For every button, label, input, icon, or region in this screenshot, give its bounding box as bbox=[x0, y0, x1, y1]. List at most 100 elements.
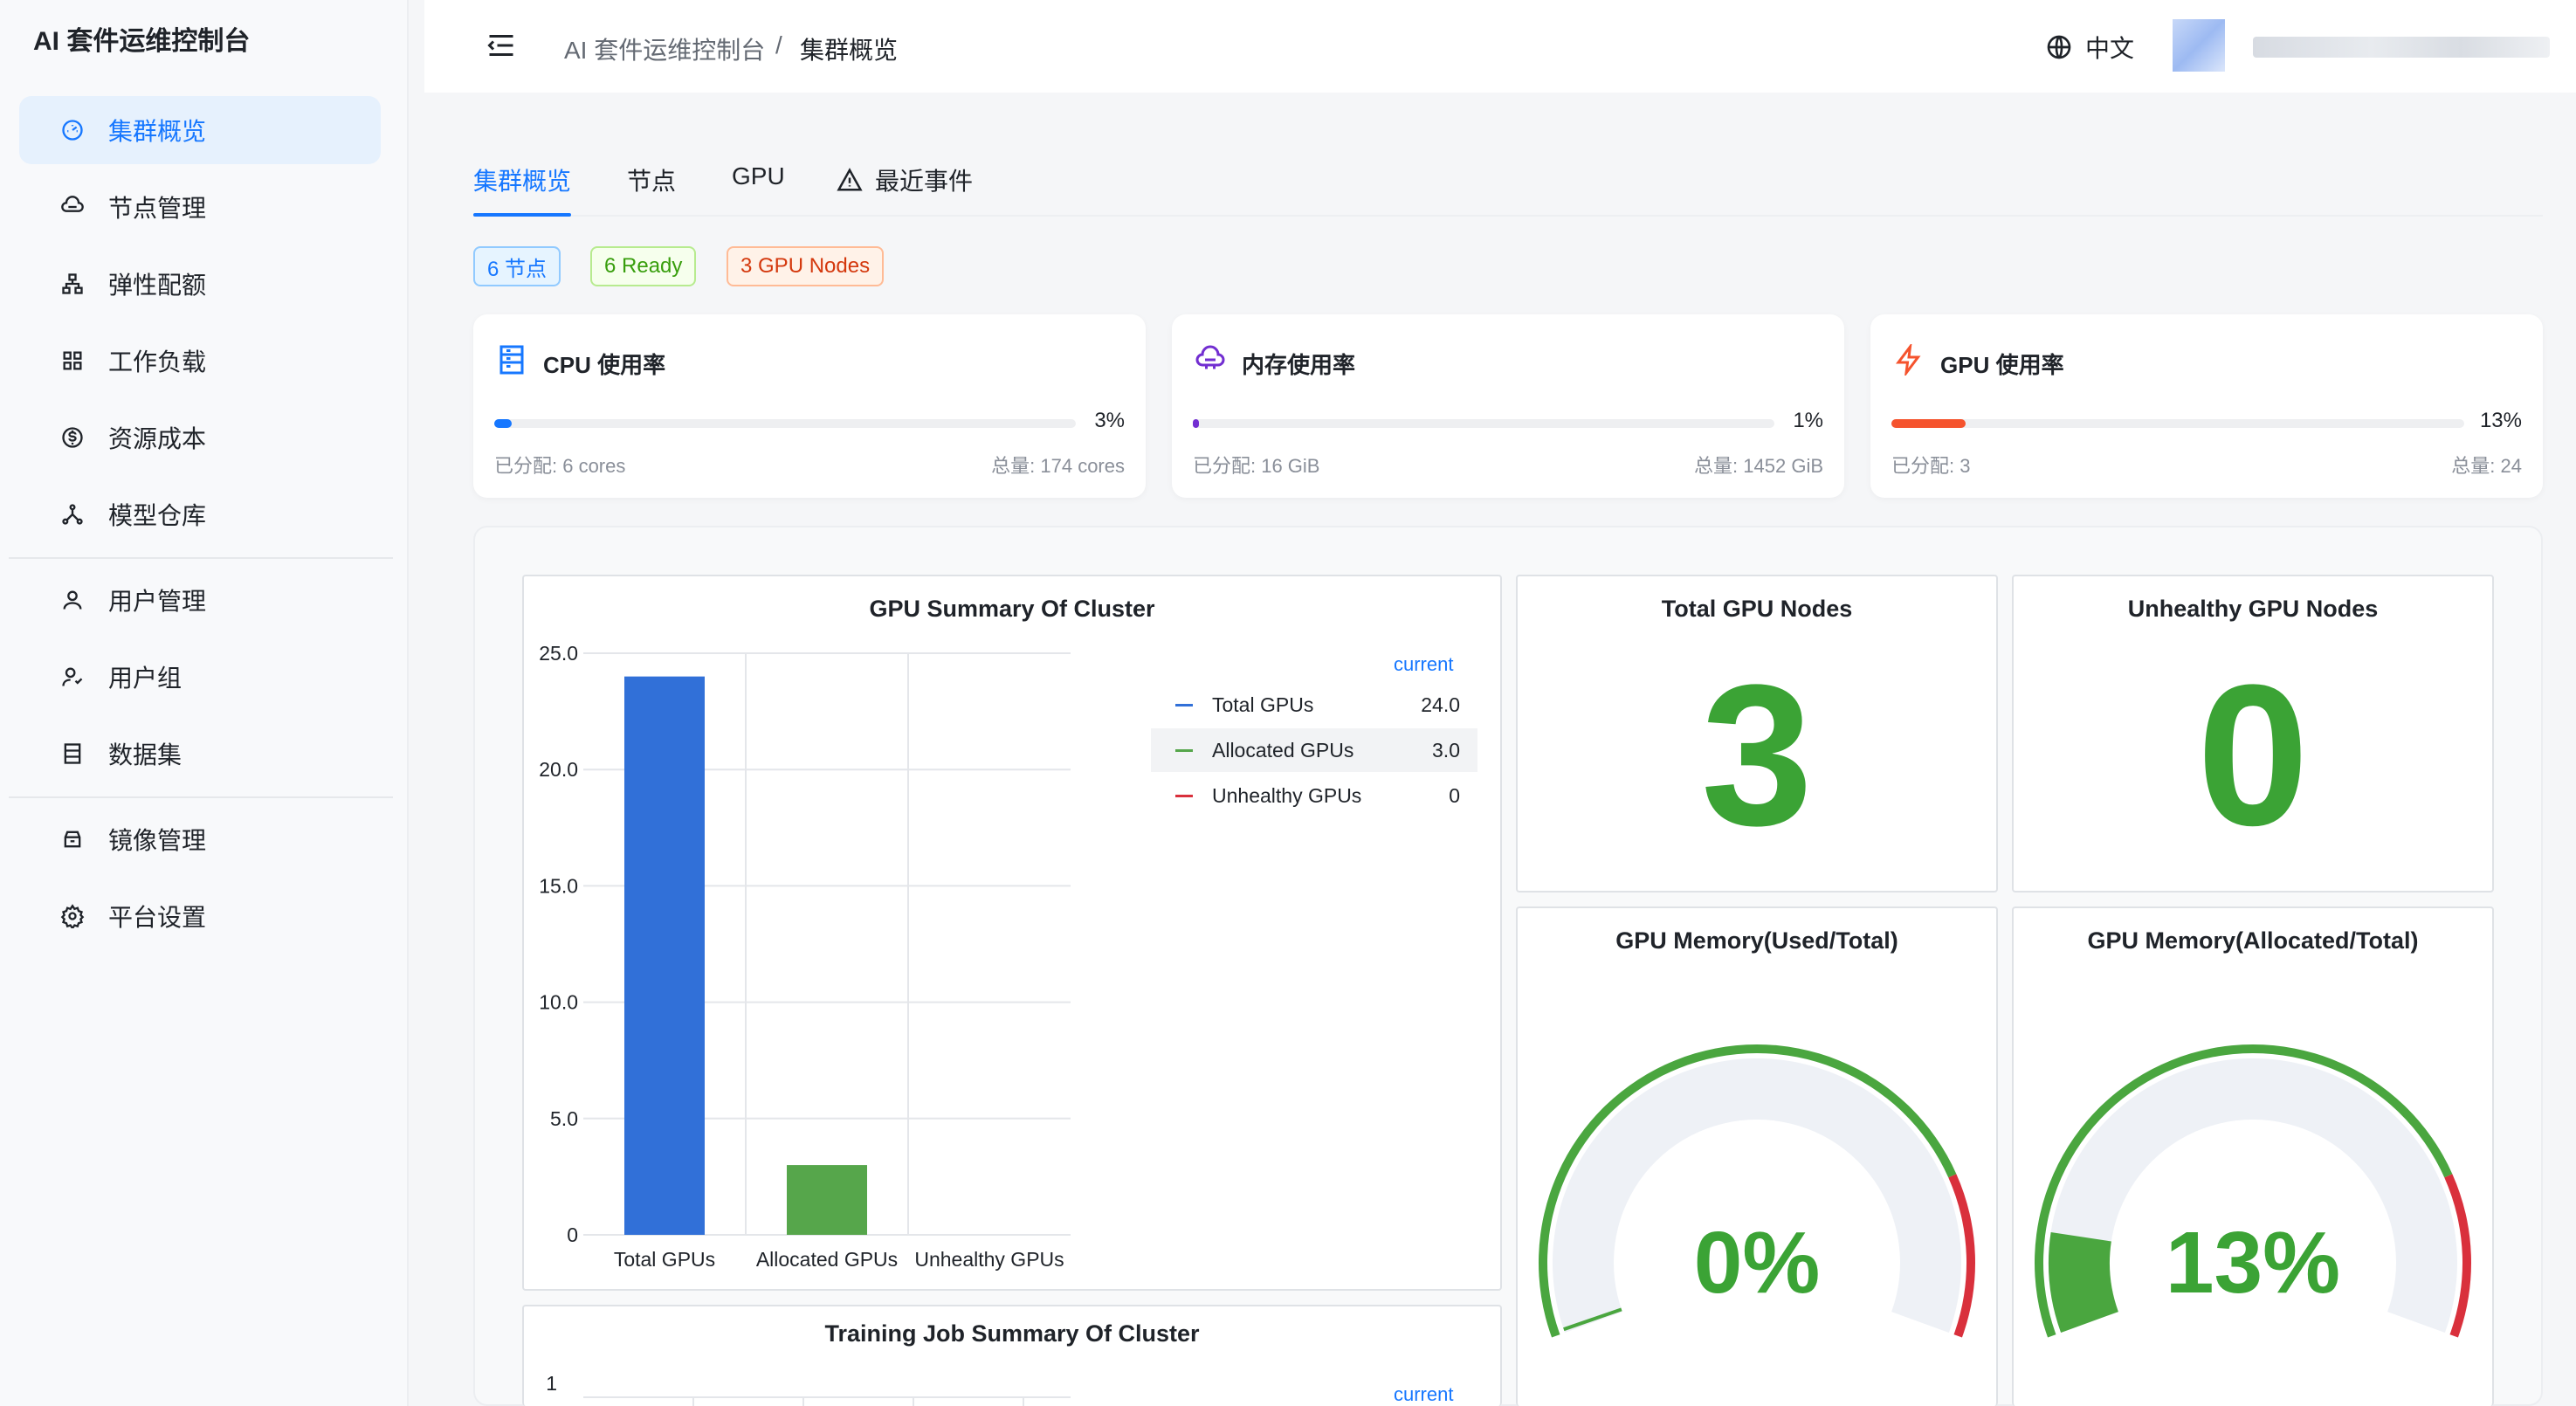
sidebar-item-image-management[interactable]: 镜像管理 bbox=[19, 805, 381, 873]
usage-percent: 1% bbox=[1793, 409, 1823, 432]
sidebar-item-model-repo[interactable]: 模型仓库 bbox=[19, 480, 381, 548]
y-tick-label: 5.0 bbox=[550, 1107, 578, 1130]
card-title: CPU 使用率 bbox=[543, 352, 666, 378]
sidebar-item-label: 工作负载 bbox=[108, 348, 207, 376]
panel-title: Unhealthy GPU Nodes bbox=[2127, 596, 2379, 622]
total-gpu-nodes-panel: Total GPU Nodes 3 bbox=[1516, 575, 1998, 893]
user-group-icon bbox=[59, 664, 86, 690]
unhealthy-gpu-nodes-panel: Unhealthy GPU Nodes 0 bbox=[2012, 575, 2494, 893]
legend-name: Allocated GPUs bbox=[1212, 738, 1354, 762]
sidebar-divider bbox=[9, 557, 393, 559]
language-label: 中文 bbox=[2085, 35, 2135, 62]
y-tick-label: 0 bbox=[567, 1223, 578, 1246]
node-count-tag: 6 节点 bbox=[473, 246, 561, 286]
gpu-summary-chart: 0 5.0 10.0 15.0 20.0 25.0 Total GPUs Allocated … bbox=[539, 642, 1071, 1271]
server-icon bbox=[499, 345, 524, 375]
gpu-nodes-tag: 3 GPU Nodes bbox=[727, 246, 885, 286]
legend-header[interactable]: current bbox=[1394, 653, 1453, 676]
total-text: 总量: 24 bbox=[2451, 455, 2522, 477]
gear-icon bbox=[59, 903, 86, 929]
x-tick-label: Unhealthy GPUs bbox=[914, 1248, 1064, 1271]
sidebar-item-elastic-quota[interactable]: 弹性配额 bbox=[19, 250, 381, 318]
gpu-memory-used-gauge: 0% bbox=[1538, 1044, 1975, 1338]
dashboard-icon bbox=[59, 117, 86, 143]
grid-icon bbox=[59, 348, 86, 374]
sidebar-item-label: 资源成本 bbox=[108, 425, 207, 452]
sidebar-item-label: 集群概览 bbox=[108, 118, 207, 145]
progress-track bbox=[1193, 419, 1774, 428]
legend-value: 3.0 bbox=[1432, 738, 1460, 762]
tab-cluster-overview[interactable]: 集群概览 bbox=[473, 162, 571, 197]
allocated-text: 已分配: 16 GiB bbox=[1193, 455, 1320, 477]
warning-icon bbox=[837, 168, 863, 191]
usage-percent: 3% bbox=[1094, 409, 1125, 432]
usage-percent: 13% bbox=[2479, 409, 2522, 432]
legend-value: 24.0 bbox=[1421, 693, 1460, 716]
legend-name: Total GPUs bbox=[1212, 693, 1314, 716]
y-tick-label: 15.0 bbox=[539, 874, 578, 897]
memory-usage-card: 内存使用率 1% 已分配: 16 GiB 总量: 1452 GiB bbox=[1172, 314, 1844, 498]
breadcrumb-current: 集群概览 bbox=[800, 37, 899, 64]
tab-gpu[interactable]: GPU bbox=[732, 162, 785, 190]
legend-row-allocated[interactable]: Allocated GPUs 3.0 bbox=[1151, 728, 1477, 772]
sidebar-item-user-management[interactable]: 用户管理 bbox=[19, 566, 381, 634]
sidebar-item-label: 镜像管理 bbox=[108, 827, 207, 854]
sidebar-item-resource-cost[interactable]: 资源成本 bbox=[19, 403, 381, 472]
legend-name: Unhealthy GPUs bbox=[1212, 783, 1362, 807]
cluster-icon bbox=[59, 271, 86, 297]
gpu-memory-allocated-gauge: 13% bbox=[2035, 1044, 2471, 1338]
gauge-value-label: 13% bbox=[2166, 1214, 2340, 1312]
cloud-node-icon bbox=[59, 194, 86, 220]
bar-total-gpus bbox=[624, 676, 705, 1235]
sidebar-item-user-group[interactable]: 用户组 bbox=[19, 643, 381, 711]
legend-header[interactable]: current bbox=[1394, 1383, 1453, 1406]
breadcrumb-root[interactable]: AI 套件运维控制台 bbox=[564, 31, 765, 66]
y-tick-label: 20.0 bbox=[539, 758, 578, 781]
sidebar-item-label: 用户组 bbox=[108, 665, 183, 692]
sidebar-item-label: 弹性配额 bbox=[108, 272, 207, 299]
sidebar-item-label: 用户管理 bbox=[108, 588, 207, 615]
card-title: GPU 使用率 bbox=[1940, 352, 2064, 378]
image-box-icon bbox=[59, 826, 86, 852]
sidebar-item-cluster-overview[interactable]: 集群概览 bbox=[19, 96, 381, 164]
sidebar-item-workloads[interactable]: 工作负载 bbox=[19, 327, 381, 395]
cpu-usage-card: CPU 使用率 3% 已分配: 6 cores 总量: 174 cores bbox=[473, 314, 1146, 498]
sidebar-item-label: 数据集 bbox=[108, 741, 183, 768]
language-switcher[interactable]: 中文 bbox=[2045, 30, 2134, 65]
sidebar-item-label: 节点管理 bbox=[108, 195, 207, 222]
menu-collapse-icon[interactable] bbox=[486, 30, 517, 61]
gpu-usage-card: GPU 使用率 13% 已分配: 3 总量: 24 bbox=[1870, 314, 2543, 498]
y-tick-label: 1 bbox=[546, 1372, 557, 1395]
dollar-icon bbox=[59, 424, 86, 451]
ready-count-tag: 6 Ready bbox=[590, 246, 697, 286]
bar-allocated-gpus bbox=[787, 1165, 867, 1235]
legend-row-total[interactable]: Total GPUs 24.0 bbox=[1151, 683, 1477, 727]
x-tick-label: Total GPUs bbox=[614, 1248, 715, 1271]
tab-nodes[interactable]: 节点 bbox=[627, 162, 676, 197]
sidebar-item-node-management[interactable]: 节点管理 bbox=[19, 173, 381, 241]
dataset-icon bbox=[59, 741, 86, 767]
avatar[interactable] bbox=[2173, 19, 2225, 72]
legend-row-unhealthy[interactable]: Unhealthy GPUs 0 bbox=[1151, 774, 1477, 817]
gauge-value-fill bbox=[2049, 1232, 2118, 1334]
progress-fill bbox=[1193, 419, 1199, 428]
total-text: 总量: 1452 GiB bbox=[1694, 455, 1823, 477]
card-title: 内存使用率 bbox=[1242, 352, 1356, 378]
progress-track bbox=[1891, 419, 2464, 428]
legend-swatch bbox=[1175, 703, 1193, 706]
memory-icon bbox=[1195, 345, 1225, 369]
training-job-chart: 1 bbox=[546, 1372, 1071, 1406]
allocated-text: 已分配: 3 bbox=[1891, 455, 1971, 477]
sidebar-item-dataset[interactable]: 数据集 bbox=[19, 720, 381, 788]
legend-swatch bbox=[1175, 748, 1193, 752]
tabs-divider bbox=[473, 215, 2543, 217]
gauge-value-label: 0% bbox=[1694, 1214, 1821, 1312]
x-tick-label: Allocated GPUs bbox=[756, 1248, 898, 1271]
sidebar-item-platform-settings[interactable]: 平台设置 bbox=[19, 882, 381, 950]
y-tick-label: 25.0 bbox=[539, 642, 578, 665]
username-blurred[interactable] bbox=[2253, 37, 2550, 58]
tab-recent-events[interactable]: 最近事件 bbox=[837, 162, 973, 197]
stat-value: 0 bbox=[2197, 643, 2309, 867]
y-tick-label: 10.0 bbox=[539, 991, 578, 1014]
globe-icon bbox=[2047, 35, 2071, 59]
